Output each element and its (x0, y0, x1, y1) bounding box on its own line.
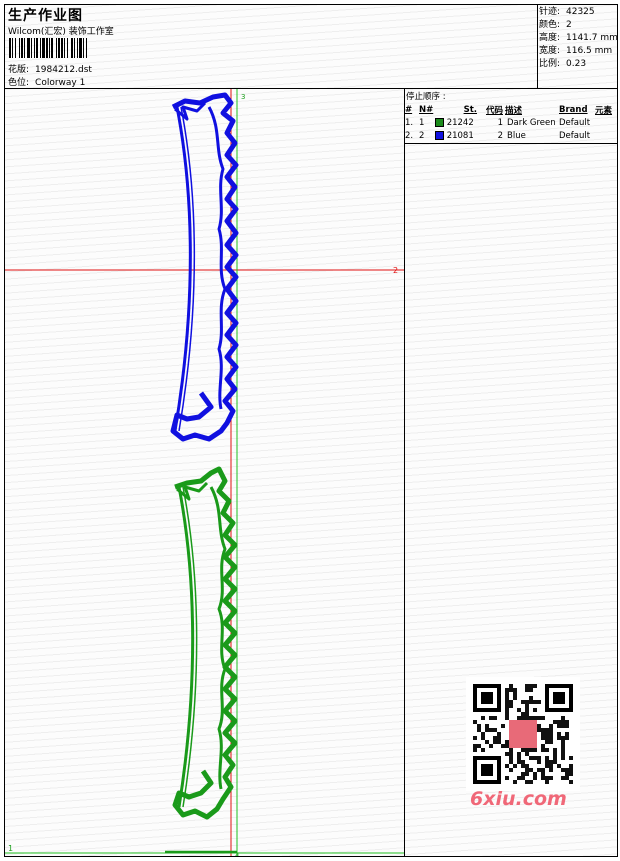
stat-value: 0.23 (566, 59, 587, 69)
stat-value: 2 (566, 20, 572, 30)
color-stitches: 21081 (435, 129, 477, 142)
color-swatch-icon (435, 117, 444, 127)
green-border-motif (172, 466, 238, 820)
table-row: 1. 1 21242 1 Dark Green Default (405, 116, 615, 129)
stop-sequence-table: # N# St. 代码 描述 Brand 元素 1. 1 21242 1 Dar… (405, 103, 615, 142)
stat-row: 针迹: 42325 (539, 6, 617, 19)
page-title: 生产作业图 (8, 8, 83, 24)
qr-code-icon (466, 677, 580, 791)
stat-label: 颜色: (539, 20, 561, 30)
stop-sequence-panel: 停止顺序 : # N# St. 代码 描述 Brand 元素 1. 1 2124… (405, 89, 617, 144)
color-swatch-icon (435, 130, 444, 140)
column-header: N# (419, 104, 434, 115)
column-header: # (405, 104, 413, 115)
stitch-count: 21081 (446, 130, 474, 141)
marker-2-label: 2 (393, 266, 398, 275)
stat-label: 针迹: (539, 7, 561, 17)
stitch-count: 21242 (446, 117, 474, 128)
stat-row: 比例: 0.23 (539, 58, 617, 71)
studio-name: Wilcom(汇宏) 装饰工作室 (8, 27, 114, 37)
blue-border-motif (170, 92, 239, 442)
thread-code: 1 (497, 117, 503, 128)
marker-1-label: 1 (8, 844, 13, 853)
thread-element (595, 129, 615, 142)
stat-label: 比例: (539, 59, 561, 69)
embroidery-preview: 3 2 1 4 (5, 89, 404, 856)
header-panel: 生产作业图 Wilcom(汇宏) 装饰工作室 花版: 1984212.dst 色位… (5, 5, 618, 89)
stat-value: 42325 (566, 7, 595, 17)
table-header-row: # N# St. 代码 描述 Brand 元素 (405, 103, 615, 116)
needle-number: 2 (419, 130, 425, 141)
thread-brand: Default (559, 117, 591, 128)
row-number: 2. (405, 130, 414, 141)
column-header: 代码 (485, 105, 503, 116)
stat-label: 宽度: (539, 46, 561, 56)
column-header: 描述 (505, 105, 523, 116)
design-canvas: 3 2 1 4 (5, 89, 405, 856)
marker-3-label: 3 (241, 93, 245, 101)
thread-description: Blue (507, 130, 526, 141)
marker-4-label: 4 (235, 852, 240, 856)
column-header: Brand (559, 104, 588, 115)
column-header: St. (463, 104, 477, 115)
stat-row: 宽度: 116.5 mm (539, 45, 617, 58)
thread-description: Dark Green (507, 117, 556, 128)
colorway-line: 色位: Colorway 1 (8, 75, 85, 88)
stat-row: 颜色: 2 (539, 19, 617, 32)
column-header: 元素 (595, 105, 613, 116)
stop-sequence-heading: 停止顺序 : (406, 92, 446, 102)
watermark-text: 6xiu.com (470, 788, 567, 810)
stats-panel: 针迹: 42325 颜色: 2 高度: 1141.7 mm 宽度: 116.5 mm 比… (537, 5, 618, 89)
stat-row: 高度: 1141.7 mm (539, 32, 618, 45)
stat-value: 1141.7 mm (566, 33, 618, 43)
barcode-icon (9, 38, 87, 58)
thread-brand: Default (559, 130, 591, 141)
design-value: 1984212.dst (35, 65, 92, 75)
row-number: 1. (405, 117, 414, 128)
design-line: 花版: 1984212.dst (8, 62, 92, 75)
needle-number: 1 (419, 117, 425, 128)
thread-code: 2 (497, 130, 503, 141)
color-stitches: 21242 (435, 116, 477, 129)
table-row: 2. 2 21081 2 Blue Default (405, 129, 615, 142)
colorway-label: 色位: (8, 78, 30, 88)
colorway-value: Colorway 1 (35, 78, 86, 88)
stat-label: 高度: (539, 33, 561, 43)
thread-element (595, 116, 615, 129)
stat-value: 116.5 mm (566, 46, 613, 56)
design-label: 花版: (8, 65, 30, 75)
